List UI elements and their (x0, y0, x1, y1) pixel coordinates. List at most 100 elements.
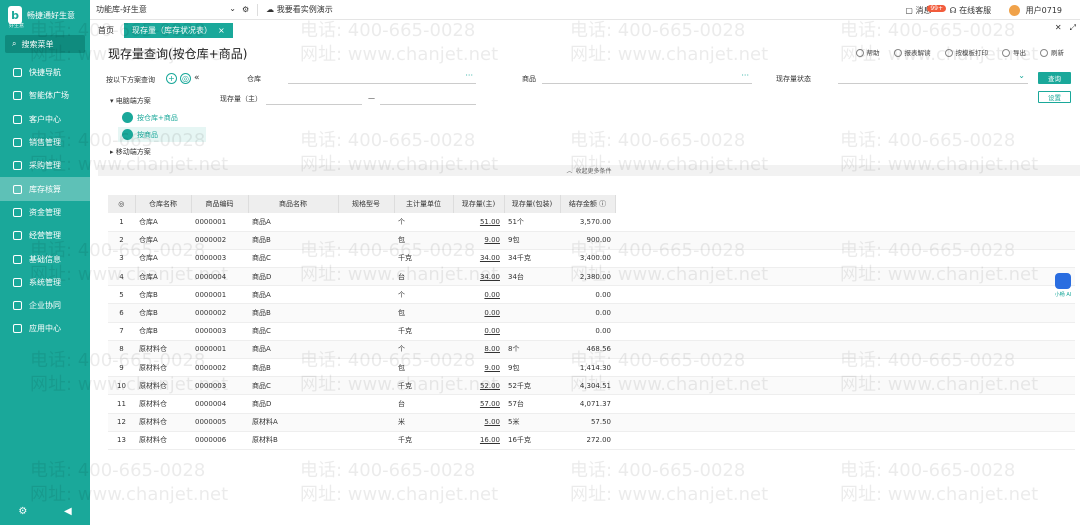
table-row[interactable]: 10 原材料仓 0000003 商品C 千克 52.00 52千克 4,304.51 (108, 376, 1075, 396)
table-cell: 原材料仓 (135, 340, 191, 360)
table-cell[interactable]: 57.00 (453, 394, 504, 414)
column-settings-icon[interactable]: ◎ (108, 195, 136, 213)
table-row[interactable]: 8 原材料仓 0000001 商品A 个 8.00 8个 468.56 (108, 340, 1075, 360)
table-cell[interactable]: 34.00 (453, 249, 504, 269)
table-row[interactable]: 7 仓库B 0000003 商品C 千克 0.00 0.00 (108, 322, 1075, 341)
function-library-select[interactable]: 功能库-好生意 ⌄ (96, 4, 236, 15)
table-row[interactable]: 6 仓库B 0000002 商品B 包 0.00 0.00 (108, 303, 1075, 323)
table-cell[interactable]: 0.00 (453, 303, 504, 323)
qty-max-input[interactable] (380, 93, 476, 105)
table-cell: 0.00 (560, 285, 615, 305)
sidebar-item[interactable]: 客户中心 (0, 108, 90, 131)
column-header[interactable]: 仓库名称 (135, 195, 192, 213)
header-actions: 帮助 报表解读 按模板打印 导出 刷新 (856, 47, 1065, 57)
column-header[interactable]: 现存量(主) (453, 195, 505, 213)
sidebar-item[interactable]: 经营管理 (0, 224, 90, 247)
sidebar-item[interactable]: 采购管理 (0, 154, 90, 177)
robot-icon (1055, 273, 1071, 289)
scheme-dot-icon (122, 112, 133, 123)
table-cell[interactable]: 9.00 (453, 358, 504, 378)
help-button[interactable]: 帮助 (856, 47, 880, 57)
sidebar-item[interactable]: 系统管理 (0, 271, 90, 294)
sidebar-item[interactable]: 快捷导航 (0, 61, 90, 84)
sidebar-item[interactable]: 智能体广场 (0, 84, 90, 107)
table-cell (615, 285, 1075, 305)
table-cell (338, 340, 394, 360)
table-row[interactable]: 12 原材料仓 0000005 原材料A 米 5.00 5米 57.50 (108, 413, 1075, 432)
sidebar-item[interactable]: 库存核算 (0, 177, 90, 201)
sidebar-item[interactable]: 应用中心 (0, 317, 90, 340)
tab-current[interactable]: 现存量（库存状况表） × (124, 22, 233, 38)
collapse-conditions-button[interactable]: ︿ 收起更多条件 (98, 165, 1080, 176)
table-cell[interactable]: 34.00 (453, 267, 504, 287)
collapse-sidebar-icon[interactable]: ◀ (64, 506, 72, 517)
more-icon[interactable]: ··· (465, 71, 473, 80)
print-template-button[interactable]: 按模板打印 (945, 47, 989, 57)
collapse-panel-icon[interactable]: « (194, 73, 200, 84)
product-field[interactable]: ··· (542, 71, 752, 84)
ai-assistant-button[interactable]: 小畅 AI (1051, 273, 1075, 303)
table-cell[interactable]: 5.00 (453, 413, 504, 432)
fullscreen-icon[interactable]: ⤢ (1070, 23, 1076, 33)
messages-button[interactable]: ▢ 消息 99+ (905, 4, 946, 16)
table-row[interactable]: 2 仓库A 0000002 商品B 包 9.00 9包 900.00 (108, 231, 1075, 250)
tab-controls: ✕ ⤢ (1055, 23, 1076, 33)
table-cell[interactable]: 51.00 (453, 213, 504, 232)
scheme-item-product[interactable]: 按商品 (118, 127, 206, 142)
table-cell[interactable]: 16.00 (453, 431, 504, 450)
table-cell: 商品B (248, 231, 338, 250)
table-cell[interactable]: 0.00 (453, 285, 504, 305)
sidebar-item[interactable]: 基础信息 (0, 247, 90, 270)
stock-status-label: 现存量状态 (776, 75, 811, 83)
column-header[interactable]: 主计量单位 (394, 195, 454, 213)
table-cell[interactable]: 9.00 (453, 231, 504, 250)
table-cell (338, 376, 394, 396)
table-row[interactable]: 3 仓库A 0000003 商品C 千克 34.00 34千克 3,400.00 (108, 249, 1075, 269)
column-header-spacer (615, 195, 1075, 213)
sidebar-item[interactable]: 资金管理 (0, 201, 90, 224)
column-header[interactable]: 现存量(包装) (504, 195, 561, 213)
table-cell: 5米 (504, 413, 560, 432)
close-all-icon[interactable]: ✕ (1055, 23, 1062, 33)
scheme-item-warehouse-product[interactable]: 按仓库+商品 (122, 112, 178, 123)
online-service-button[interactable]: ☊ 在线客服 (949, 5, 991, 16)
sidebar-item[interactable]: 销售管理 (0, 131, 90, 154)
settings-gear-icon[interactable]: ⚙ (18, 506, 27, 517)
table-cell[interactable]: 0.00 (453, 322, 504, 341)
table-row[interactable]: 11 原材料仓 0000004 商品D 台 57.00 57台 4,071.37 (108, 394, 1075, 414)
column-header[interactable]: 规格型号 (338, 195, 395, 213)
tree-group-pc[interactable]: ▾ 电脑端方案 (110, 96, 151, 106)
warehouse-field[interactable]: ··· (288, 71, 476, 84)
qty-min-input[interactable] (266, 93, 362, 105)
tree-group-mobile[interactable]: ▸ 移动端方案 (110, 147, 151, 157)
add-scheme-icon[interactable]: + (166, 73, 177, 84)
search-menu-button[interactable]: ⌕ 搜索菜单 (5, 35, 85, 53)
table-row[interactable]: 4 仓库A 0000004 商品D 台 34.00 34台 2,380.00 (108, 267, 1075, 287)
table-cell: 原材料仓 (135, 431, 191, 450)
table-cell (615, 231, 1075, 250)
stock-status-select[interactable]: ⌄ (838, 71, 1028, 84)
settings-icon[interactable]: ⚙ (242, 5, 249, 14)
table-row[interactable]: 1 仓库A 0000001 商品A 个 51.00 51个 3,570.00 (108, 213, 1075, 232)
column-header[interactable]: 结存金额 ⓘ (560, 195, 616, 213)
table-row[interactable]: 5 仓库B 0000001 商品A 个 0.00 0.00 (108, 285, 1075, 305)
more-icon[interactable]: ··· (741, 71, 749, 80)
table-row[interactable]: 9 原材料仓 0000002 商品B 包 9.00 9包 1,414.30 (108, 358, 1075, 378)
export-button[interactable]: 导出 (1002, 47, 1026, 57)
user-menu[interactable]: 用户0719 (1009, 4, 1062, 16)
column-header[interactable]: 商品编码 (191, 195, 249, 213)
tab-home[interactable]: 首页 (90, 22, 122, 38)
sidebar-item[interactable]: 企业协同 (0, 294, 90, 317)
demo-link[interactable]: ☁ 我要看实例演示 (266, 4, 333, 15)
watermark-phone: 电话: 400-665-0028 (840, 460, 1016, 481)
close-icon[interactable]: × (218, 26, 225, 35)
settings-button[interactable]: 设置 (1038, 91, 1071, 103)
report-explain-button[interactable]: 报表解读 (894, 47, 931, 57)
column-header[interactable]: 商品名称 (248, 195, 339, 213)
table-cell[interactable]: 52.00 (453, 376, 504, 396)
table-row[interactable]: 13 原材料仓 0000006 原材料B 千克 16.00 16千克 272.00 (108, 431, 1075, 450)
query-button[interactable]: 查询 (1038, 72, 1071, 84)
refresh-button[interactable]: 刷新 (1040, 47, 1064, 57)
table-cell[interactable]: 8.00 (453, 340, 504, 360)
scheme-settings-icon[interactable]: ◎ (180, 73, 191, 84)
